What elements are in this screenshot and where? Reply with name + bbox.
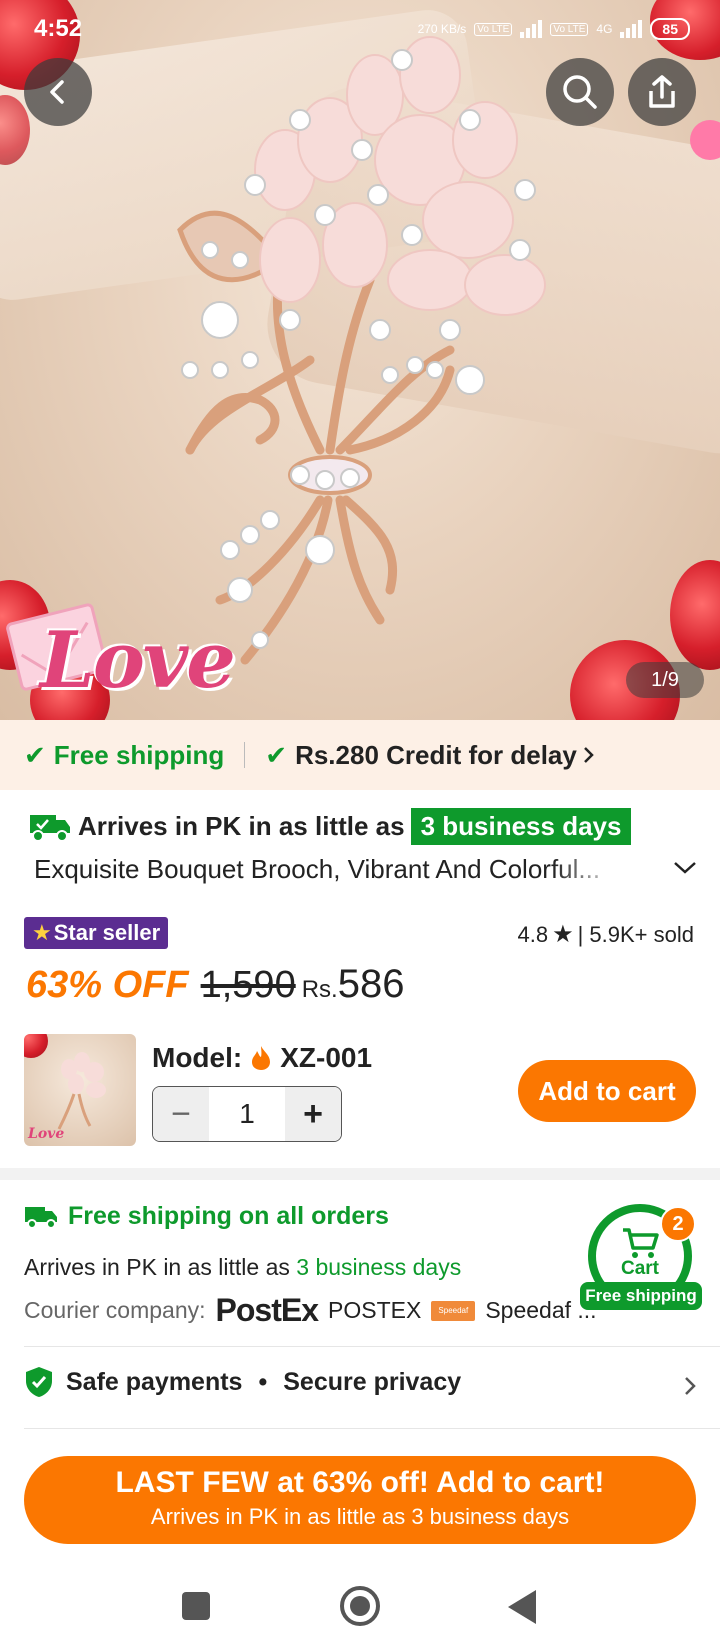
postex-logo: PostEx xyxy=(215,1292,319,1328)
arrives-prefix: Arrives in PK in as little as xyxy=(24,1254,290,1280)
courier-companies: Courier company: PostEx POSTEX Speedaf S… xyxy=(24,1292,597,1329)
thumb-love-text: Love xyxy=(28,1126,65,1142)
star-icon: ★ xyxy=(32,920,52,945)
love-overlay-text: Love xyxy=(40,615,236,706)
cart-free-shipping: Free shipping xyxy=(580,1282,702,1310)
home-button[interactable] xyxy=(340,1586,380,1626)
star-icon: ★ xyxy=(552,921,574,948)
net-speed: 270 KB/s xyxy=(417,22,467,36)
system-navigation-bar xyxy=(0,1560,720,1650)
truck-icon xyxy=(30,814,70,842)
divider xyxy=(24,1346,720,1347)
shipping-benefits-bar[interactable]: ✔ Free shipping ✔ Rs.280 Credit for dela… xyxy=(0,720,720,790)
secure-privacy-label: Secure privacy xyxy=(283,1367,462,1396)
battery-indicator: 85 xyxy=(650,18,690,40)
sold-count: | 5.9K+ sold xyxy=(577,921,694,947)
divider xyxy=(244,742,246,768)
courier-name: POSTEX xyxy=(328,1297,422,1323)
delivery-estimate: Arrives in PK in as little as 3 business… xyxy=(28,808,632,845)
safe-payments-row[interactable]: Safe payments • Secure privacy xyxy=(24,1366,461,1398)
rose-decoration xyxy=(670,560,720,670)
volte-badge: Vo LTE xyxy=(474,22,513,36)
fire-icon xyxy=(252,1046,271,1070)
search-icon xyxy=(563,75,597,109)
star-seller-badge[interactable]: ★ Star seller xyxy=(24,917,169,949)
check-icon: ✔ xyxy=(265,739,288,770)
cta-title: LAST FEW at 63% off! Add to cart! xyxy=(115,1466,605,1499)
model-selector[interactable]: Model: XZ-001 xyxy=(152,1042,372,1074)
arrives-prefix: Arrives in PK in as little as xyxy=(78,811,405,841)
product-image-carousel[interactable]: Love 4:52 270 KB/s Vo LTE Vo LTE 4G 85 1… xyxy=(0,0,720,720)
signal-icon xyxy=(520,20,543,38)
share-icon xyxy=(649,75,675,108)
network-type: 4G xyxy=(596,22,613,36)
safe-payments-label: Safe payments xyxy=(66,1367,243,1396)
cart-icon xyxy=(623,1228,659,1258)
free-shipping-label: Free shipping xyxy=(53,739,225,770)
product-title[interactable]: Exquisite Bouquet Brooch, Vibrant And Co… xyxy=(34,854,624,885)
recent-apps-button[interactable] xyxy=(182,1592,210,1620)
price-row: 63% OFF 1,590 Rs. 586 xyxy=(26,962,404,1007)
status-bar: 4:52 270 KB/s Vo LTE Vo LTE 4G 85 xyxy=(34,12,690,46)
search-button[interactable] xyxy=(546,58,614,126)
status-time: 4:52 xyxy=(34,15,83,42)
discount-label: 63% OFF xyxy=(26,964,189,1006)
speedaf-logo: Speedaf xyxy=(431,1300,476,1321)
add-to-cart-button[interactable]: Add to cart xyxy=(518,1060,696,1122)
increase-quantity-button[interactable]: + xyxy=(285,1087,341,1141)
cart-label: Cart xyxy=(620,1258,659,1279)
rating-summary[interactable]: 4.8 ★ | 5.9K+ sold xyxy=(517,920,694,949)
sale-price: 586 xyxy=(337,962,405,1006)
original-price: 1,590 xyxy=(200,964,296,1006)
truck-icon xyxy=(25,1206,57,1229)
system-back-button[interactable] xyxy=(508,1590,536,1624)
chevron-right-icon[interactable] xyxy=(682,1374,698,1398)
free-shipping-all-orders[interactable]: Free shipping on all orders xyxy=(24,1202,389,1231)
share-button[interactable] xyxy=(628,58,696,126)
arrives-line: Arrives in PK in as little as 3 business… xyxy=(24,1254,461,1281)
model-label: Model: xyxy=(152,1042,243,1073)
chevron-right-icon xyxy=(583,747,594,763)
brooch-illustration xyxy=(177,36,546,665)
decrease-quantity-button[interactable]: − xyxy=(153,1087,209,1141)
star-seller-label: Star seller xyxy=(53,920,161,945)
separator-dot: • xyxy=(258,1367,268,1396)
quantity-stepper[interactable]: − 1 + xyxy=(152,1086,342,1142)
check-icon: ✔ xyxy=(24,739,46,770)
variant-thumbnail[interactable]: Love xyxy=(24,1034,136,1146)
currency-label: Rs. xyxy=(301,976,338,1003)
chevron-down-icon[interactable] xyxy=(672,860,698,876)
back-button[interactable] xyxy=(24,58,92,126)
delay-credit-label: Rs.280 Credit for delay xyxy=(295,739,577,770)
image-counter: 1/9 xyxy=(626,662,704,698)
minus-icon: − xyxy=(171,1094,191,1133)
signal-icon xyxy=(620,20,643,38)
quantity-value[interactable]: 1 xyxy=(209,1087,285,1141)
cta-subtitle: Arrives in PK in as little as 3 business… xyxy=(150,1504,570,1529)
arrives-days-badge: 3 business days xyxy=(410,808,632,845)
section-divider xyxy=(0,1168,720,1180)
divider xyxy=(24,1428,720,1429)
floating-cart-button[interactable]: Cart Free shipping 2 xyxy=(580,1204,720,1314)
arrives-days: 3 business days xyxy=(296,1254,462,1280)
shield-icon xyxy=(26,1367,52,1397)
courier-label: Courier company: xyxy=(24,1297,206,1323)
rating-value: 4.8 xyxy=(517,921,549,947)
plus-icon: + xyxy=(303,1094,323,1133)
add-to-cart-cta-button[interactable]: LAST FEW at 63% off! Add to cart! Arrive… xyxy=(24,1456,696,1544)
model-value: XZ-001 xyxy=(280,1042,373,1073)
free-shipping-title: Free shipping on all orders xyxy=(68,1202,389,1230)
cart-count-badge: 2 xyxy=(660,1206,696,1242)
back-icon xyxy=(50,80,64,104)
volte-badge: Vo LTE xyxy=(550,22,589,36)
